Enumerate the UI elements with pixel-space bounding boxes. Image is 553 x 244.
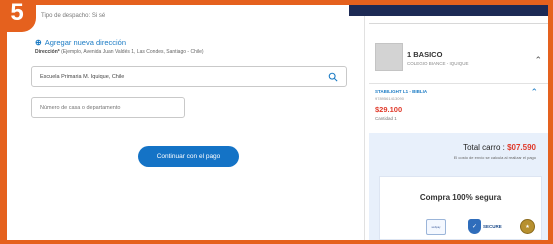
- chevron-up-icon[interactable]: ⌃: [534, 55, 542, 66]
- shipping-panel: Tipo de despacho: Si sé ⊕ Agregar nueva …: [11, 5, 361, 240]
- add-address-label: Agregar nueva dirección: [44, 38, 127, 47]
- cart-panel: 1 BASICO COLEGIO BIANCE - IQUIQUE ⌃ STAB…: [369, 5, 548, 240]
- panel-divider: [364, 5, 365, 240]
- step-number-badge: 5: [0, 0, 36, 32]
- order-summary: Total carro : $07.590 El costo de envío …: [369, 133, 548, 240]
- address-hint: Dirección* (Ejemplo, Avenida Juan Valdés…: [35, 49, 204, 55]
- webpay-logo: webpay: [426, 219, 446, 235]
- item-price: $29.100: [375, 105, 403, 114]
- ssl-badge: ✓ SECURE: [468, 219, 502, 234]
- secure-title: Compra 100% segura: [419, 193, 502, 202]
- seal-icon: ★: [520, 219, 535, 234]
- house-number-input[interactable]: [40, 104, 176, 111]
- webpay-label: webpay: [431, 225, 441, 229]
- checkout-frame: Tipo de despacho: Si sé ⊕ Agregar nueva …: [7, 5, 548, 240]
- cart-total: Total carro : $07.590: [463, 143, 536, 152]
- ssl-text: SECURE: [483, 224, 502, 229]
- product-title: 1 BASICO: [407, 50, 443, 59]
- search-icon[interactable]: [328, 72, 338, 82]
- address-hint-text: (Ejemplo, Avenida Juan Valdés 1, Las Con…: [61, 49, 204, 55]
- address-search-input[interactable]: [40, 73, 328, 80]
- continue-payment-button[interactable]: Continuar con el pago: [138, 146, 239, 167]
- dispatch-label: Tipo de despacho: Si sé: [41, 13, 106, 19]
- ssl-label: SECURE: [483, 223, 502, 229]
- webpay-badge: webpay: [426, 219, 446, 235]
- chevron-up-icon[interactable]: ⌃: [530, 87, 538, 98]
- shield-icon: ✓: [468, 219, 481, 234]
- product-thumbnail: [375, 43, 403, 71]
- add-address-link[interactable]: ⊕ Agregar nueva dirección: [35, 38, 126, 47]
- total-amount: $07.590: [507, 143, 536, 152]
- address-hint-prefix: Dirección*: [35, 49, 60, 55]
- trust-seal-badge: ★: [520, 219, 535, 234]
- item-name: STABILIGHT L1 - BIBLIA: [375, 89, 428, 94]
- product-subtitle: COLEGIO BIANCE - IQUIQUE: [407, 61, 469, 66]
- item-code: 9789561413090: [375, 96, 404, 101]
- house-number-field[interactable]: [31, 97, 185, 118]
- total-label: Total carro :: [463, 143, 508, 152]
- header-bar: [349, 5, 548, 16]
- cart-top-divider: [369, 23, 548, 24]
- secure-purchase-card: Compra 100% segura webpay ✓ SECURE ★: [379, 176, 542, 240]
- total-note: El costo de envío se calcula al realizar…: [453, 155, 536, 160]
- address-search-field[interactable]: [31, 66, 347, 87]
- plus-icon: ⊕: [35, 38, 42, 47]
- item-quantity: Cantidad 1: [375, 116, 397, 121]
- cart-item-divider: [369, 83, 548, 84]
- ssl-wrap: ✓ SECURE: [468, 219, 502, 234]
